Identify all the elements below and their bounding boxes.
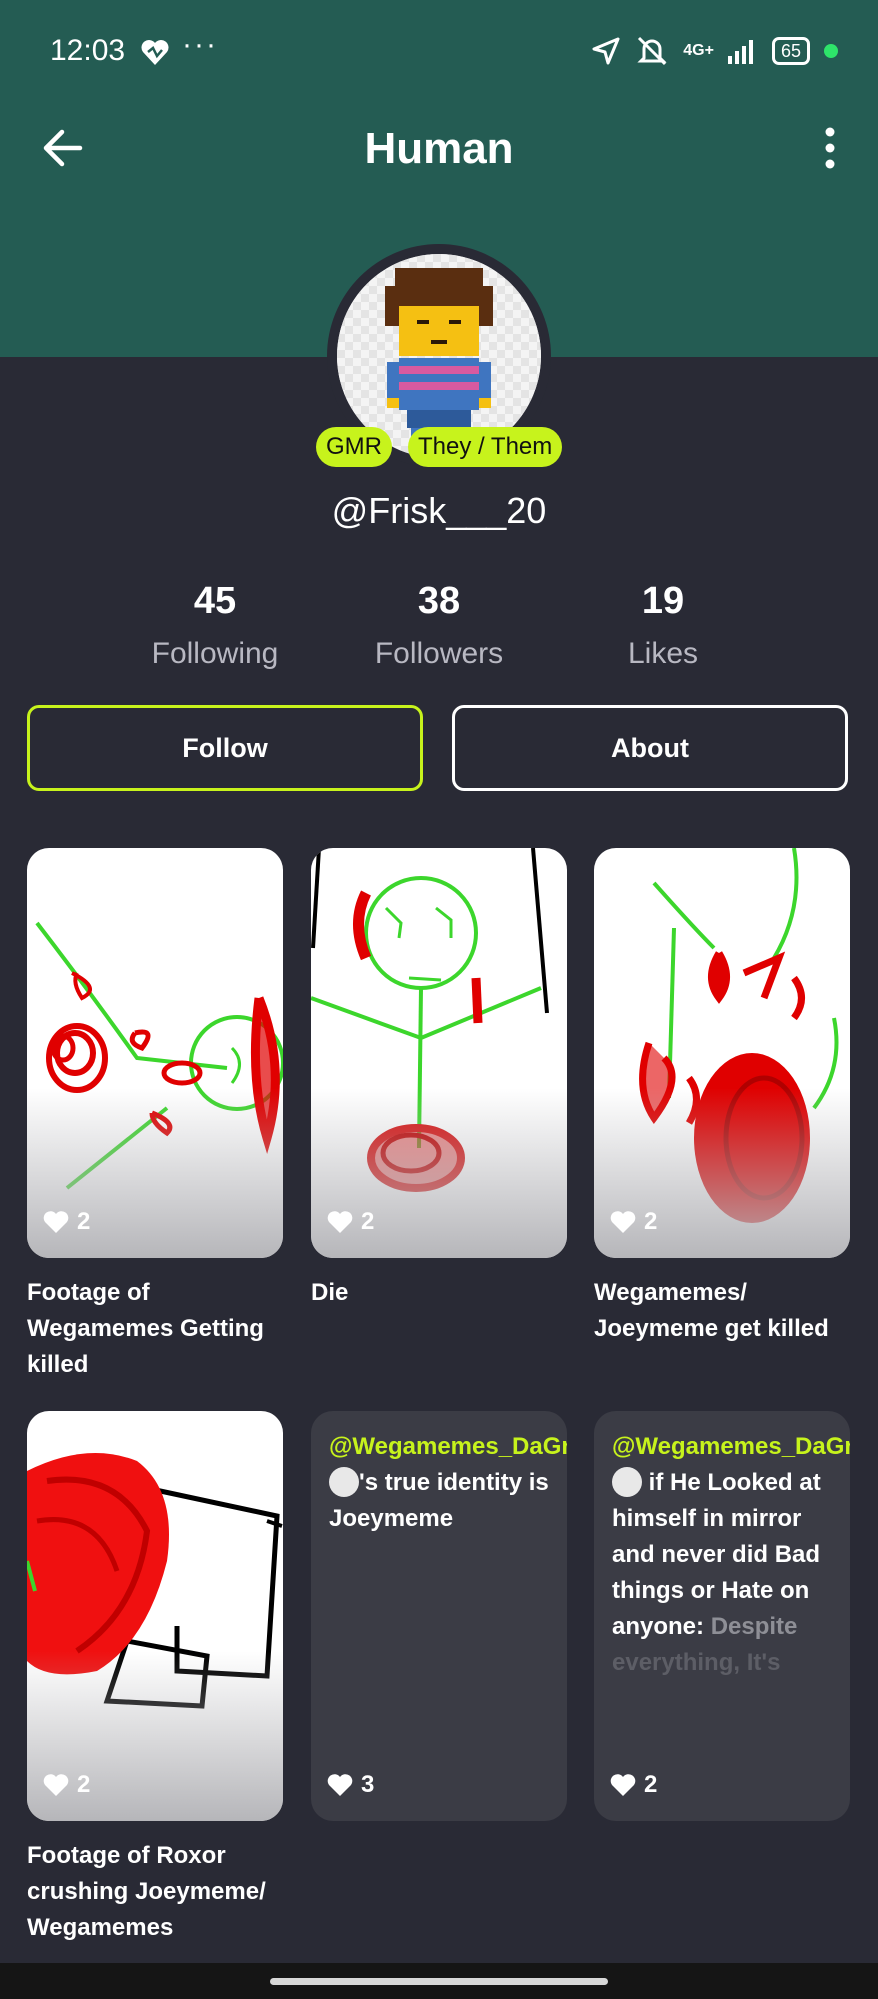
post-likes: 2 xyxy=(610,1771,657,1799)
heart-status-icon xyxy=(140,38,170,74)
status-time: 12:03 xyxy=(50,34,126,67)
status-more-icon: ··· xyxy=(182,28,218,61)
post-caption[interactable]: Footage of Roxor crushing Joeymeme/ Wega… xyxy=(27,1838,287,1946)
user-mention-avatar-icon xyxy=(612,1466,642,1497)
stat-value: 19 xyxy=(641,580,685,622)
text-post-fade: everything, It's xyxy=(612,1649,781,1676)
stat-likes: 19 Likes xyxy=(553,580,773,671)
post-likes-count: 2 xyxy=(361,1208,375,1235)
privacy-dot-icon xyxy=(824,44,838,58)
heart-icon xyxy=(327,1211,353,1233)
post-likes: 3 xyxy=(327,1771,374,1799)
post-likes: 2 xyxy=(43,1208,90,1236)
post-card[interactable]: 2 xyxy=(27,1411,283,1821)
mute-icon xyxy=(637,36,667,66)
text-post-fade: Despite xyxy=(710,1613,798,1640)
user-mention[interactable]: @Wegamemes_DaGreenguy xyxy=(612,1433,850,1460)
badge-pronouns: They / Them xyxy=(408,427,563,467)
more-options-icon[interactable] xyxy=(822,126,838,175)
user-mention-avatar-icon xyxy=(329,1466,359,1497)
home-gesture-bar[interactable] xyxy=(270,1978,608,1985)
stat-label: Following xyxy=(151,637,279,670)
text-post-content: 's true identity is Joeymeme xyxy=(329,1469,549,1532)
post-caption[interactable]: Die xyxy=(311,1275,571,1311)
stat-following[interactable]: 45 Following xyxy=(105,580,325,671)
stat-value: 45 xyxy=(193,580,237,622)
post-card[interactable]: 2 xyxy=(27,848,283,1258)
stat-value: 38 xyxy=(417,580,461,622)
post-caption[interactable]: Footage of Wegamemes Getting killed xyxy=(27,1275,287,1383)
post-likes-count: 2 xyxy=(77,1208,91,1235)
post-card[interactable]: 2 xyxy=(311,848,567,1258)
text-post-body: @Wegamemes_DaGreenguy 's true identity i… xyxy=(329,1429,567,1537)
heart-icon xyxy=(43,1211,69,1233)
stat-followers[interactable]: 38 Followers xyxy=(329,580,549,671)
text-post-card[interactable]: @Wegamemes_DaGreenguy if He Looked at hi… xyxy=(594,1411,850,1821)
badge-gmr: GMR xyxy=(316,427,392,467)
about-button[interactable]: About xyxy=(452,705,848,791)
system-nav-bar xyxy=(0,1963,878,1999)
location-icon xyxy=(592,37,620,65)
post-likes: 2 xyxy=(610,1208,657,1236)
signal-icon xyxy=(727,40,753,64)
app-bar: Human xyxy=(0,110,878,190)
text-post-body: @Wegamemes_DaGreenguy if He Looked at hi… xyxy=(612,1429,850,1681)
post-likes-count: 3 xyxy=(361,1771,375,1798)
heart-icon xyxy=(610,1774,636,1796)
page-title: Human xyxy=(364,124,514,173)
stat-label: Followers xyxy=(374,637,504,670)
post-likes-count: 2 xyxy=(77,1771,91,1798)
post-likes-count: 2 xyxy=(644,1208,658,1235)
heart-icon xyxy=(43,1774,69,1796)
network-label: 4G+ xyxy=(683,42,714,59)
post-likes: 2 xyxy=(327,1208,374,1236)
profile-handle: @Frisk___20 xyxy=(331,490,547,531)
post-likes: 2 xyxy=(43,1771,90,1799)
stat-label: Likes xyxy=(627,637,699,670)
post-caption[interactable]: Wegamemes/ Joeymeme get killed xyxy=(594,1275,854,1347)
follow-button[interactable]: Follow xyxy=(27,705,423,791)
battery-icon: 65 xyxy=(771,37,810,65)
status-bar: 12:03 ··· 4G+ 65 xyxy=(0,28,878,78)
user-mention[interactable]: @Wegamemes_DaGreenguy xyxy=(329,1433,567,1460)
heart-icon xyxy=(610,1211,636,1233)
text-post-card[interactable]: @Wegamemes_DaGreenguy 's true identity i… xyxy=(311,1411,567,1821)
heart-icon xyxy=(327,1774,353,1796)
post-likes-count: 2 xyxy=(644,1771,658,1798)
post-card[interactable]: 2 xyxy=(594,848,850,1258)
